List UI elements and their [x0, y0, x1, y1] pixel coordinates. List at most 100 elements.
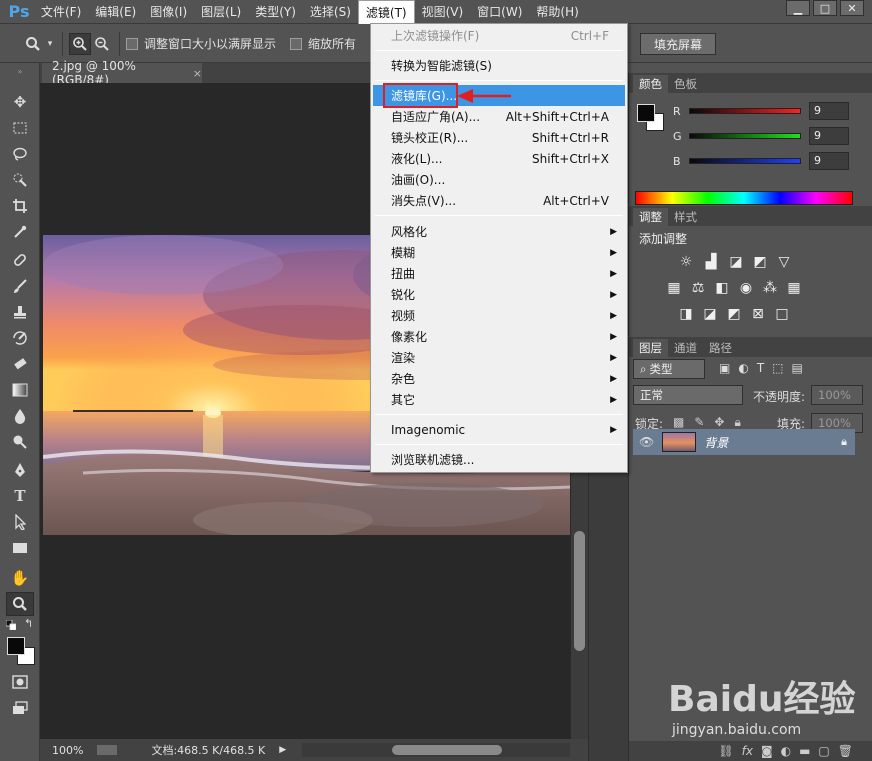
menu-select[interactable]: 选择(S) [303, 0, 358, 24]
invert-icon[interactable]: ◨ [677, 306, 695, 322]
liquify-item[interactable]: 液化(L)... Shift+Ctrl+X [373, 148, 625, 169]
submenu-other[interactable]: 其它 ▶ [373, 389, 625, 410]
submenu-distort[interactable]: 扭曲 ▶ [373, 263, 625, 284]
shape-filter-icon[interactable]: ⬚ [772, 361, 783, 375]
menu-type[interactable]: 类型(Y) [248, 0, 303, 24]
menu-layer[interactable]: 图层(L) [194, 0, 248, 24]
minimize-button[interactable]: ▁ [786, 0, 810, 16]
history-brush-tool-icon[interactable] [6, 326, 34, 350]
green-slider[interactable] [689, 133, 801, 139]
foreground-color-swatch[interactable] [7, 637, 25, 655]
color-balance-icon[interactable]: ⚖ [689, 280, 707, 296]
brush-tool-icon[interactable] [6, 274, 34, 298]
pixel-filter-icon[interactable]: ▣ [719, 361, 730, 375]
rectangle-tool-icon[interactable] [6, 536, 34, 560]
tab-swatches[interactable]: 色板 [668, 75, 703, 93]
red-slider[interactable] [689, 108, 801, 114]
submenu-video[interactable]: 视频 ▶ [373, 305, 625, 326]
layer-name[interactable]: 背景 [704, 434, 728, 451]
menu-window[interactable]: 窗口(W) [470, 0, 529, 24]
status-info-icon[interactable] [97, 745, 118, 755]
opacity-input[interactable]: 100% [811, 385, 863, 405]
menu-help[interactable]: 帮助(H) [529, 0, 585, 24]
menu-filter[interactable]: 滤镜(T) [357, 0, 415, 24]
black-white-icon[interactable]: ◧ [713, 280, 731, 296]
hand-tool-icon[interactable]: ✋ [6, 566, 34, 590]
lock-image-icon[interactable]: ✎ [694, 415, 704, 430]
submenu-blur[interactable]: 模糊 ▶ [373, 242, 625, 263]
vanishing-point-item[interactable]: 消失点(V)... Alt+Ctrl+V [373, 190, 625, 211]
zoom-in-icon[interactable] [69, 32, 91, 55]
photo-filter-icon[interactable]: ◉ [737, 280, 755, 296]
quick-selection-tool-icon[interactable] [6, 168, 34, 192]
swap-colors-icon[interactable]: ↰ [24, 617, 33, 630]
color-lookup-icon[interactable]: ▦ [785, 280, 803, 296]
screen-mode-icon[interactable] [6, 696, 34, 720]
levels-icon[interactable]: ▟ [702, 254, 720, 270]
zoom-tool-icon[interactable] [22, 33, 44, 55]
channel-mixer-icon[interactable]: ⁂ [761, 280, 779, 296]
submenu-stylize[interactable]: 风格化 ▶ [373, 221, 625, 242]
collapse-icon[interactable]: » [6, 67, 34, 76]
path-selection-tool-icon[interactable] [6, 510, 34, 534]
zoom-out-icon[interactable] [91, 33, 113, 55]
convert-smart-filter-item[interactable]: 转换为智能滤镜(S) [373, 55, 625, 76]
lock-all-icon[interactable]: 🔒︎ [734, 415, 740, 430]
blue-slider[interactable] [689, 158, 801, 164]
blend-mode-dropdown[interactable]: 正常 [633, 385, 743, 405]
crop-tool-icon[interactable] [6, 194, 34, 218]
fill-screen-button[interactable]: 填充屏幕 [640, 33, 716, 55]
adaptive-wide-angle-item[interactable]: 自适应广角(A)... Alt+Shift+Ctrl+A [373, 106, 625, 127]
healing-brush-tool-icon[interactable] [6, 248, 34, 272]
menu-image[interactable]: 图像(I) [143, 0, 194, 24]
lens-correction-item[interactable]: 镜头校正(R)... Shift+Ctrl+R [373, 127, 625, 148]
marquee-tool-icon[interactable] [6, 116, 34, 140]
tab-layers[interactable]: 图层 [633, 339, 668, 357]
status-menu-arrow-icon[interactable]: ▶ [279, 745, 286, 755]
exposure-icon[interactable]: ◩ [751, 254, 769, 270]
blur-tool-icon[interactable] [6, 404, 34, 428]
adjustment-filter-icon[interactable]: ◐ [738, 361, 748, 375]
default-colors-icon[interactable] [5, 619, 17, 631]
submenu-pixelate[interactable]: 像素化 ▶ [373, 326, 625, 347]
hue-saturation-icon[interactable]: ▦ [665, 280, 683, 296]
type-tool-icon[interactable]: T [6, 484, 34, 508]
visibility-eye-icon[interactable]: 👁︎ [639, 435, 654, 449]
dodge-tool-icon[interactable] [6, 430, 34, 454]
resize-windows-checkbox[interactable] [126, 37, 138, 50]
type-filter-icon[interactable]: T [757, 361, 764, 375]
menu-edit[interactable]: 编辑(E) [88, 0, 143, 24]
horizontal-scroll-thumb[interactable] [392, 745, 502, 755]
gradient-tool-icon[interactable] [6, 378, 34, 402]
posterize-icon[interactable]: ◪ [701, 306, 719, 322]
curves-icon[interactable]: ◪ [727, 254, 745, 270]
smart-object-filter-icon[interactable]: ▤ [792, 361, 803, 375]
tool-preset-dropdown-icon[interactable]: ▾ [44, 33, 56, 55]
brightness-contrast-icon[interactable]: ☼ [677, 254, 695, 270]
vibrance-icon[interactable]: ▽ [775, 254, 793, 270]
tab-styles[interactable]: 样式 [668, 208, 703, 226]
green-value-input[interactable]: 9 [809, 127, 849, 145]
tab-channels[interactable]: 通道 [668, 339, 703, 357]
tab-color[interactable]: 颜色 [633, 75, 668, 93]
lock-transparency-icon[interactable]: ▩ [673, 415, 684, 430]
color-spectrum-bar[interactable] [635, 191, 853, 205]
layer-filter-dropdown[interactable]: ⌕ 类型 [633, 359, 705, 379]
clone-stamp-tool-icon[interactable] [6, 300, 34, 324]
move-tool-icon[interactable]: ✥ [6, 90, 34, 114]
zoom-tool-selected-icon[interactable] [6, 592, 34, 616]
quick-mask-icon[interactable] [6, 670, 34, 694]
threshold-icon[interactable]: ◩ [725, 306, 743, 322]
red-value-input[interactable]: 9 [809, 102, 849, 120]
eraser-tool-icon[interactable] [6, 352, 34, 376]
tab-paths[interactable]: 路径 [703, 339, 738, 357]
document-tab[interactable]: 2.jpg @ 100%(RGB/8#) × [42, 59, 202, 87]
submenu-sharpen[interactable]: 锐化 ▶ [373, 284, 625, 305]
layer-row-background[interactable]: 👁︎ 背景 🔒︎ [633, 429, 855, 455]
blue-value-input[interactable]: 9 [809, 152, 849, 170]
submenu-render[interactable]: 渲染 ▶ [373, 347, 625, 368]
lock-position-icon[interactable]: ✥ [714, 415, 724, 430]
menu-file[interactable]: 文件(F) [34, 0, 88, 24]
close-tab-icon[interactable]: × [193, 67, 202, 80]
submenu-noise[interactable]: 杂色 ▶ [373, 368, 625, 389]
